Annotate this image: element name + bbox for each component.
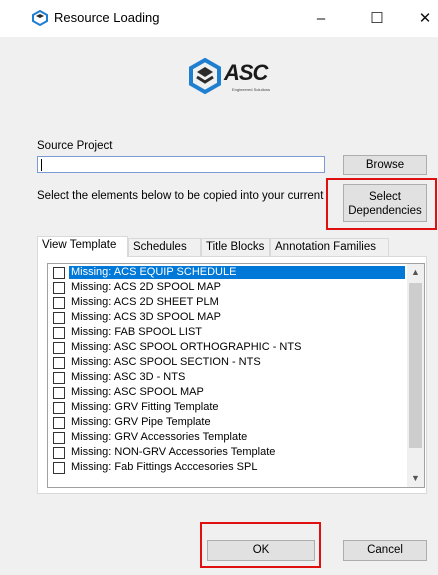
item-checkbox[interactable] — [53, 282, 65, 294]
app-icon — [32, 10, 48, 26]
item-label: Missing: ASC SPOOL ORTHOGRAPHIC - NTS — [71, 341, 302, 353]
scroll-up-icon[interactable]: ▲ — [407, 264, 424, 281]
scroll-down-icon[interactable]: ▼ — [407, 470, 424, 487]
tab-annotation-families[interactable]: Annotation Families — [270, 238, 389, 256]
list-item[interactable]: Missing: FAB SPOOL LIST — [53, 326, 408, 339]
item-checkbox[interactable] — [53, 372, 65, 384]
item-label: Missing: ACS 2D SPOOL MAP — [71, 281, 221, 293]
list-item[interactable]: Missing: ASC SPOOL MAP — [53, 386, 408, 399]
maximize-button[interactable]: ☐ — [354, 0, 400, 37]
item-label: Missing: FAB SPOOL LIST — [71, 326, 203, 338]
item-label: Missing: GRV Pipe Template — [71, 416, 211, 428]
highlight-box-dependencies — [326, 178, 437, 230]
tab-schedules[interactable]: Schedules — [128, 238, 201, 256]
vertical-scrollbar[interactable]: ▲ ▼ — [407, 264, 424, 487]
tab-view-template[interactable]: View Template — [37, 236, 128, 257]
list-item[interactable]: Missing: GRV Accessories Template — [53, 431, 408, 444]
browse-button[interactable]: Browse — [343, 155, 427, 175]
item-label: Missing: NON-GRV Accessories Template — [71, 446, 276, 458]
item-label: Missing: ACS 2D SHEET PLM — [71, 296, 219, 308]
source-project-input[interactable] — [37, 156, 325, 173]
close-button[interactable]: ✕ — [402, 0, 438, 37]
tab-title-blocks[interactable]: Title Blocks — [201, 238, 270, 256]
item-checkbox[interactable] — [53, 462, 65, 474]
source-project-label: Source Project — [37, 140, 113, 152]
item-checkbox[interactable] — [53, 312, 65, 324]
list-item[interactable]: Missing: GRV Fitting Template — [53, 401, 408, 414]
list-item[interactable]: Missing: ACS 2D SPOOL MAP — [53, 281, 408, 294]
item-label: Missing: ACS 3D SPOOL MAP — [71, 311, 221, 323]
list-item[interactable]: Missing: ACS EQUIP SCHEDULE — [53, 266, 408, 279]
tab-strip: View Template Schedules Title Blocks Ann… — [37, 236, 427, 257]
item-checkbox[interactable] — [53, 327, 65, 339]
item-checkbox[interactable] — [53, 342, 65, 354]
logo-tagline: Engineered Solutions — [232, 87, 271, 92]
list-item[interactable]: Missing: ASC SPOOL SECTION - NTS — [53, 356, 408, 369]
cancel-button[interactable]: Cancel — [343, 540, 427, 561]
scrollbar-thumb[interactable] — [409, 283, 422, 448]
list-item[interactable]: Missing: NON-GRV Accessories Template — [53, 446, 408, 459]
list-item[interactable]: Missing: ACS 2D SHEET PLM — [53, 296, 408, 309]
item-checkbox[interactable] — [53, 357, 65, 369]
item-checkbox[interactable] — [53, 432, 65, 444]
item-checkbox[interactable] — [53, 267, 65, 279]
item-checkbox[interactable] — [53, 417, 65, 429]
list-item[interactable]: Missing: GRV Pipe Template — [53, 416, 408, 429]
item-label: Missing: ASC SPOOL MAP — [71, 386, 204, 398]
item-checkbox[interactable] — [53, 297, 65, 309]
highlight-box-ok — [200, 522, 321, 568]
list-item[interactable]: Missing: ASC 3D - NTS — [53, 371, 408, 384]
item-label: Missing: GRV Fitting Template — [71, 401, 219, 413]
title-bar[interactable]: Resource Loading – ☐ ✕ — [0, 0, 438, 37]
list-item[interactable]: Missing: Fab Fittings Acccesories SPL — [53, 461, 408, 474]
elements-checklist[interactable]: Missing: ACS EQUIP SCHEDULE Missing: ACS… — [47, 263, 425, 488]
instructions-text: Select the elements below to be copied i… — [37, 190, 324, 202]
item-checkbox[interactable] — [53, 402, 65, 414]
item-label: Missing: ASC 3D - NTS — [71, 371, 186, 383]
item-label: Missing: Fab Fittings Acccesories SPL — [71, 461, 258, 473]
item-label: Missing: ASC SPOOL SECTION - NTS — [71, 356, 261, 368]
minimize-button[interactable]: – — [298, 0, 344, 37]
list-item[interactable]: Missing: ASC SPOOL ORTHOGRAPHIC - NTS — [53, 341, 408, 354]
resource-loading-window: Resource Loading – ☐ ✕ ASC Engineered So… — [0, 0, 438, 575]
window-title: Resource Loading — [54, 10, 160, 25]
list-item[interactable]: Missing: ACS 3D SPOOL MAP — [53, 311, 408, 324]
item-label: Missing: GRV Accessories Template — [71, 431, 248, 443]
item-label: Missing: ACS EQUIP SCHEDULE — [69, 266, 405, 279]
item-checkbox[interactable] — [53, 387, 65, 399]
text-caret — [41, 159, 42, 171]
logo-brand: ASC — [224, 60, 268, 85]
item-checkbox[interactable] — [53, 447, 65, 459]
asc-logo: ASC Engineered Solutions — [189, 56, 285, 98]
